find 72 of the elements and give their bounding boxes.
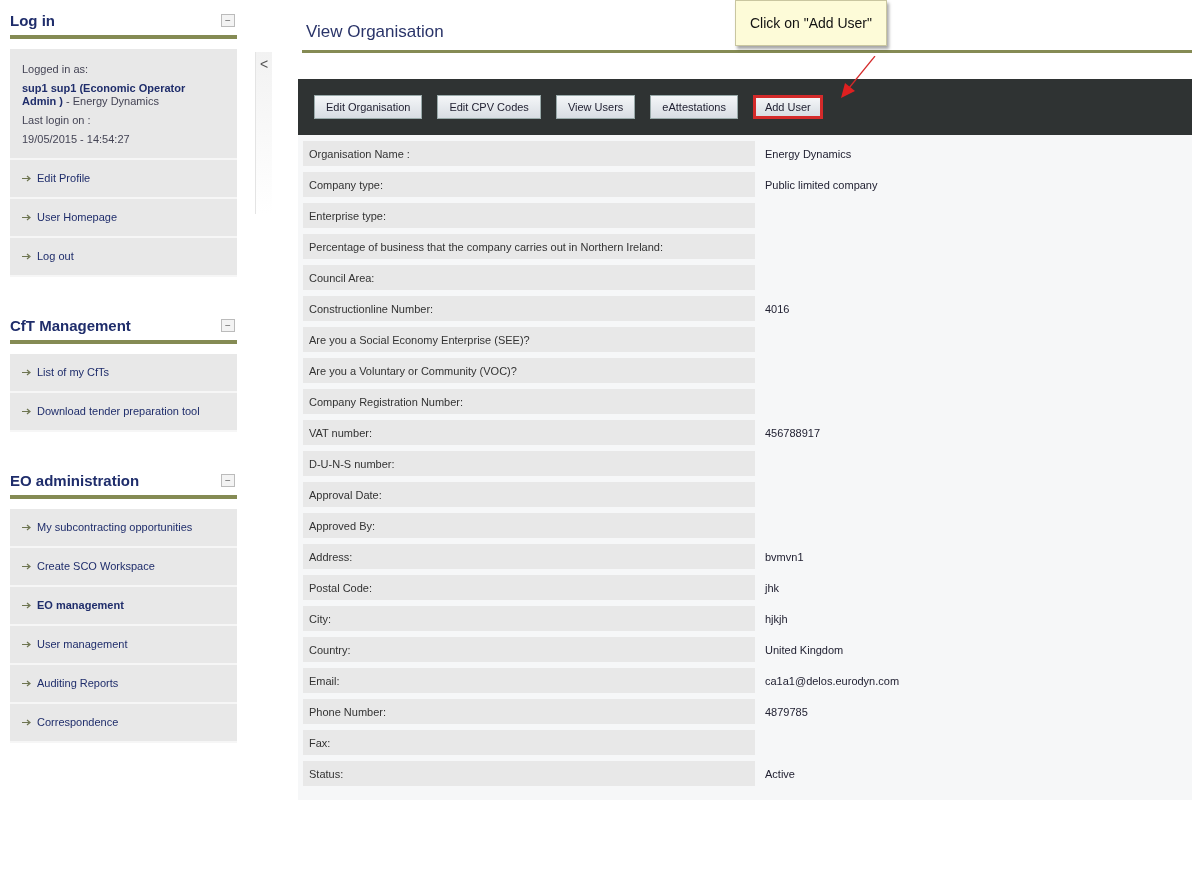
toolbar-button[interactable]: View Users [555, 95, 636, 119]
field-label: VAT number: [303, 420, 755, 445]
collapse-button[interactable]: − [221, 319, 235, 332]
field-label: Status: [303, 761, 755, 786]
field-value: jhk [763, 581, 781, 596]
sidebar-link[interactable]: My subcontracting opportunities [10, 509, 237, 548]
login-info-text: Last login on : [22, 114, 92, 127]
page-title: View Organisation [306, 22, 444, 42]
field-value: hjkjh [764, 612, 789, 627]
sidebar-link[interactable]: User Homepage [10, 199, 237, 238]
field-value: bvmvn1 [764, 550, 805, 565]
sidebar-link[interactable]: Download tender preparation tool [10, 393, 237, 432]
collapse-button[interactable]: − [221, 474, 235, 487]
sidebar-link[interactable]: Correspondence [10, 704, 237, 743]
field-label: City: [303, 606, 755, 631]
field-label: Constructionline Number: [303, 296, 755, 321]
field-value: 4879785 [764, 705, 809, 720]
section-heading: CfT Management [10, 317, 131, 334]
sidebar-link[interactable]: Edit Profile [10, 160, 237, 199]
arrow-icon [22, 214, 31, 221]
field-label: Organisation Name : [303, 141, 755, 166]
sidebar-link[interactable]: Log out [10, 238, 237, 277]
field-label: Company Registration Number: [303, 389, 755, 414]
field-label: Are you a Voluntary or Community (VOC)? [303, 358, 755, 383]
field-label: D-U-N-S number: [303, 451, 755, 476]
arrow-icon [22, 641, 31, 648]
toolbar-button[interactable]: Edit CPV Codes [437, 95, 541, 119]
login-info-text: 19/05/2015 - 14:54:27 [22, 133, 131, 146]
arrow-icon [22, 408, 31, 415]
collapse-sidebar-handle[interactable]: < [255, 52, 272, 214]
arrow-icon [22, 524, 31, 531]
field-label: Council Area: [303, 265, 755, 290]
toolbar-button[interactable]: eAttestations [650, 95, 738, 119]
arrow-icon [22, 602, 31, 609]
arrow-icon [22, 563, 31, 570]
arrow-icon [22, 680, 31, 687]
field-value: Energy Dynamics [764, 147, 853, 162]
field-value: 4016 [764, 302, 791, 317]
toolbar-button[interactable]: Edit Organisation [314, 95, 423, 119]
field-label: Phone Number: [303, 699, 755, 724]
section-heading: Log in [10, 12, 55, 29]
field-label: Email: [303, 668, 755, 693]
login-info-text: sup1 sup1 (Economic Operator Admin ) - Energy Dynamics [22, 82, 187, 108]
field-value: United Kingdom [764, 643, 845, 658]
login-info-text: Logged in as: [22, 63, 90, 76]
field-value: 456788917 [764, 426, 822, 441]
field-label: Company type: [303, 172, 755, 197]
field-label: Country: [303, 637, 755, 662]
sidebar-link[interactable]: Create SCO Workspace [10, 548, 237, 587]
callout-note: Click on "Add User" [735, 0, 887, 46]
field-label: Enterprise type: [303, 203, 755, 228]
sidebar-link[interactable]: List of my CfTs [10, 354, 237, 393]
field-label: Fax: [303, 730, 755, 755]
arrow-icon [22, 719, 31, 726]
field-label: Approved By: [303, 513, 755, 538]
arrow-icon [22, 253, 31, 260]
field-label: Address: [303, 544, 755, 569]
field-label: Are you a Social Economy Enterprise (SEE)? [303, 327, 755, 352]
collapse-button[interactable]: − [221, 14, 235, 27]
field-value: ca1a1@delos.eurodyn.com [764, 674, 901, 689]
sidebar-link[interactable]: EO management [10, 587, 237, 626]
section-heading: EO administration [10, 472, 140, 489]
field-value: Public limited company [764, 178, 879, 193]
sidebar-link[interactable]: Auditing Reports [10, 665, 237, 704]
arrow-icon [22, 175, 31, 182]
field-label: Approval Date: [303, 482, 755, 507]
field-value: Active [764, 767, 796, 782]
field-label: Percentage of business that the company carries out in Northern Ireland: [303, 234, 755, 259]
toolbar-button[interactable]: Add User [752, 95, 823, 119]
sidebar-link[interactable]: User management [10, 626, 237, 665]
arrow-icon [22, 369, 31, 376]
field-label: Postal Code: [303, 575, 755, 600]
